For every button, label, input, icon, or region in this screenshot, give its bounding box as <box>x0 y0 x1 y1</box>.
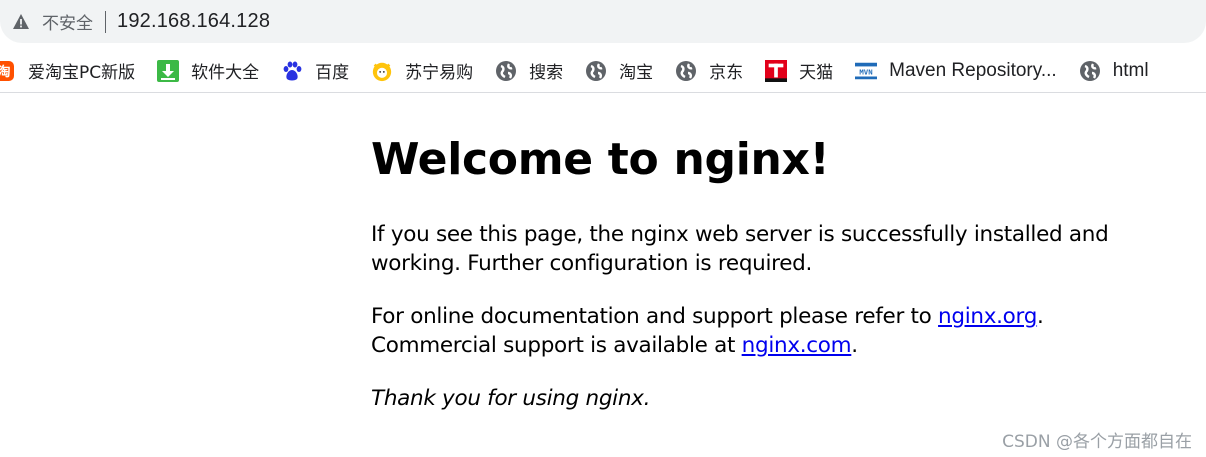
bookmark-ruanjian[interactable]: 软件大全 <box>157 56 259 86</box>
baidu-paw-icon <box>281 60 303 82</box>
suning-icon <box>371 60 393 82</box>
commercial-text: Commercial support is available at <box>371 333 742 358</box>
bookmark-maven[interactable]: MVN Maven Repository... <box>855 56 1057 86</box>
bookmark-aitaobao[interactable]: 淘 爱淘宝PC新版 <box>0 56 135 86</box>
globe-icon <box>1079 60 1101 82</box>
bookmark-label: Maven Repository... <box>889 59 1057 81</box>
taobao-icon: 淘 <box>0 60 16 82</box>
intro-paragraph: If you see this page, the nginx web serv… <box>371 222 1109 276</box>
thanks-text: Thank you for using nginx. <box>371 386 651 411</box>
warning-icon[interactable] <box>12 13 30 31</box>
bookmark-taobao[interactable]: 淘宝 <box>585 56 653 86</box>
period: . <box>851 333 858 358</box>
support-paragraph: For online documentation and support ple… <box>371 302 1151 360</box>
download-icon <box>157 59 180 82</box>
globe-icon <box>495 60 517 82</box>
bookmark-sousuo[interactable]: 搜索 <box>495 56 563 86</box>
globe-icon <box>585 60 607 82</box>
address-bar[interactable]: 不安全 192.168.164.128 <box>0 0 1206 43</box>
bookmark-baidu[interactable]: 百度 <box>281 56 349 86</box>
nginx-com-link[interactable]: nginx.com <box>742 333 852 358</box>
bookmark-label: 苏宁易购 <box>405 63 474 83</box>
page-content: Welcome to nginx! If you see this page, … <box>371 130 1151 437</box>
bookmark-label: 淘宝 <box>619 63 654 83</box>
mvn-icon: MVN <box>855 60 878 82</box>
bookmark-tmall[interactable]: 天猫 <box>765 56 833 86</box>
globe-icon <box>675 60 697 82</box>
svg-text:淘: 淘 <box>0 64 11 80</box>
support-text: For online documentation and support ple… <box>371 304 939 329</box>
bookmarks-bar: 淘 爱淘宝PC新版 软件大全 百度 苏宁易购 搜索 淘宝 <box>0 49 1206 93</box>
bookmark-label: 京东 <box>709 63 744 83</box>
bookmark-label: 爱淘宝PC新版 <box>28 63 136 83</box>
bookmark-label: 软件大全 <box>191 63 260 83</box>
svg-text:MVN: MVN <box>860 67 873 76</box>
bookmark-label: 天猫 <box>799 63 834 83</box>
tmall-icon <box>765 59 788 82</box>
bookmark-suning[interactable]: 苏宁易购 <box>371 56 473 86</box>
security-status[interactable]: 不安全 <box>42 9 93 34</box>
bookmark-label: html <box>1112 59 1149 81</box>
thanks-paragraph: Thank you for using nginx. <box>371 384 1151 413</box>
page-title: Welcome to nginx! <box>371 134 830 185</box>
url-text[interactable]: 192.168.164.128 <box>117 10 270 33</box>
bookmark-label: 搜索 <box>529 63 564 83</box>
address-separator <box>105 10 106 33</box>
bookmark-jingdong[interactable]: 京东 <box>675 56 743 86</box>
period: . <box>1037 304 1044 329</box>
watermark: CSDN @各个方面都自在 <box>1002 432 1192 452</box>
bookmark-html[interactable]: html <box>1079 56 1149 86</box>
bookmark-label: 百度 <box>315 63 350 83</box>
nginx-org-link[interactable]: nginx.org <box>938 304 1037 329</box>
